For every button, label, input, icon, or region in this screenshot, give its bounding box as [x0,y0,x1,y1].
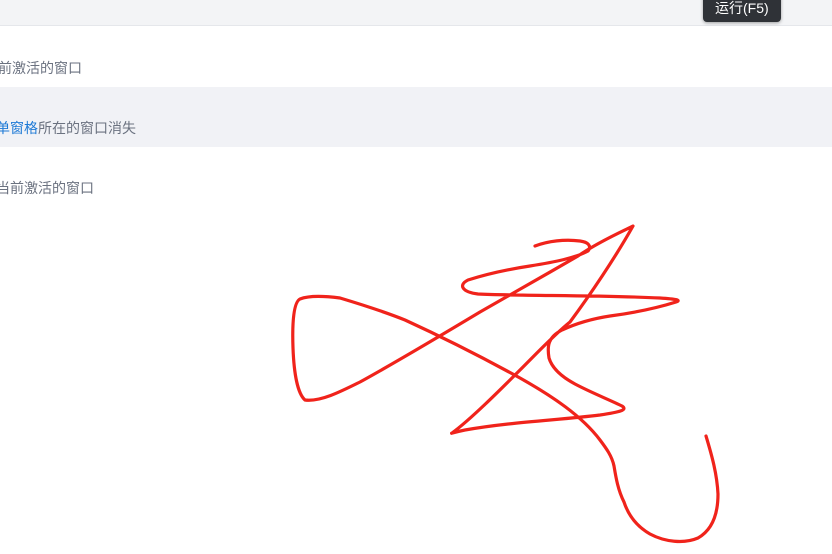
list-item-text: 当前激活的窗口 [0,180,94,196]
single-pane-link[interactable]: 单窗格 [0,98,38,158]
list-item-text: 单窗格所在的窗口消失 [0,98,136,158]
run-tooltip: 运行(F5) [703,0,781,22]
list-item-suffix: 所在的窗口消失 [38,120,136,136]
top-toolbar: 运行(F5) [0,0,832,26]
list-item[interactable]: 单窗格所在的窗口消失 [0,87,832,147]
scribble-stroke [291,224,720,544]
list-item[interactable]: 当前激活的窗口 [0,158,832,218]
